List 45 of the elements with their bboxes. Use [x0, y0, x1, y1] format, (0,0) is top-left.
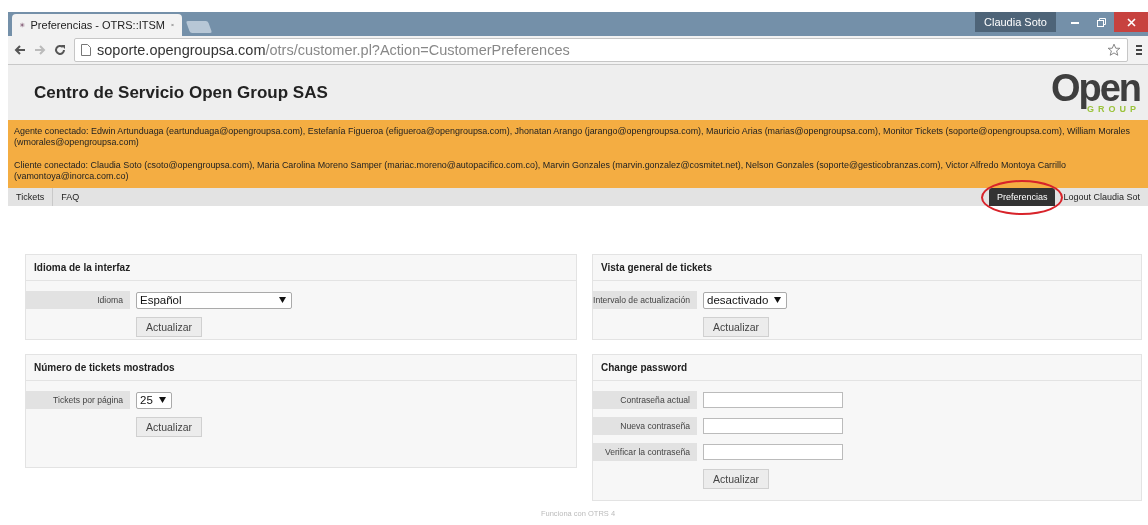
page-icon: [81, 44, 91, 56]
field-label: Idioma: [26, 291, 130, 309]
reload-icon[interactable]: [54, 44, 66, 56]
panel-title: Número de tickets mostrados: [26, 355, 576, 381]
dropdown[interactable]: 25: [136, 391, 172, 409]
field-label: Intervalo de actualización: [593, 291, 697, 309]
panel-title: Vista general de tickets: [593, 255, 1141, 281]
password-field[interactable]: [703, 418, 843, 434]
update-button[interactable]: Actualizar: [703, 317, 770, 337]
update-button[interactable]: Actualizar: [136, 317, 203, 337]
dropdown[interactable]: Español: [136, 291, 292, 309]
field-label: Nueva contraseña: [593, 417, 697, 435]
forward-icon[interactable]: [34, 44, 46, 56]
caret-icon: [158, 397, 166, 403]
panel-title: Idioma de la interfaz: [26, 255, 576, 281]
company-logo: Open GROUP: [1050, 71, 1140, 114]
connected-users-text: Cliente conectado: Claudia Soto (csoto@opengroupsa.com), Maria Carolina Moreno Samper (mariac.moreno@autopacifico.com.co), Marvin Gonzales (marvin.gonzalez@cosmitet.net), Nelson Gonzales (soporte@gesticobranzas.com), Victor Alfredo Montoya Carrillo (vamontoya@inorca.com.co): [14, 160, 1067, 182]
nav-link[interactable]: Logout Claudia Sot: [1055, 188, 1148, 206]
panel-title: Change password: [593, 355, 1141, 381]
minimize-icon: [1071, 20, 1079, 24]
dropdown[interactable]: desactivado: [703, 291, 788, 309]
nav-link[interactable]: Preferencias: [988, 188, 1056, 206]
field-label: Tickets por página: [26, 391, 130, 409]
field-label: Contraseña actual: [593, 391, 697, 409]
menu-icon[interactable]: [1136, 44, 1142, 56]
new-tab-button[interactable]: [185, 21, 213, 33]
update-button[interactable]: Actualizar: [703, 469, 770, 489]
site-title: Centro de Servicio Open Group SAS: [34, 82, 328, 103]
star-icon[interactable]: [1107, 43, 1121, 57]
connected-users-text: Agente conectado: Edwin Artunduaga (eartunduaga@opengroupsa.com), Estefanía Figueroa (efigueroa@opengroupsa.com), Jhonatan Arango (jarango@opengroupsa.com), Mauricio Arias (marias@opengroupsa.com), Monitor Tickets (soporte@opengroupsa.com), William Morales (wmorales@opengroupsa.com): [14, 126, 1131, 148]
back-icon[interactable]: [14, 44, 26, 56]
user-badge: Claudia Soto: [975, 12, 1056, 32]
password-field[interactable]: [703, 392, 843, 408]
nav-link[interactable]: Tickets: [8, 188, 54, 206]
nav-link[interactable]: FAQ: [53, 188, 88, 206]
close-button[interactable]: [1114, 12, 1148, 32]
caret-icon: [279, 297, 286, 303]
field-label: Verificar la contraseña: [593, 443, 697, 461]
password-field[interactable]: [703, 444, 843, 460]
browser-tab[interactable]: Preferencias - OTRS::ITSM: [12, 14, 182, 36]
update-button[interactable]: Actualizar: [136, 417, 203, 437]
restore-icon: [1096, 17, 1106, 27]
tab-title: Preferencias - OTRS::ITSM: [30, 19, 165, 31]
address-bar[interactable]: soporte.opengroupsa.com/otrs/customer.pl?Action=CustomerPreferences: [74, 38, 1128, 62]
caret-icon: [774, 297, 782, 303]
